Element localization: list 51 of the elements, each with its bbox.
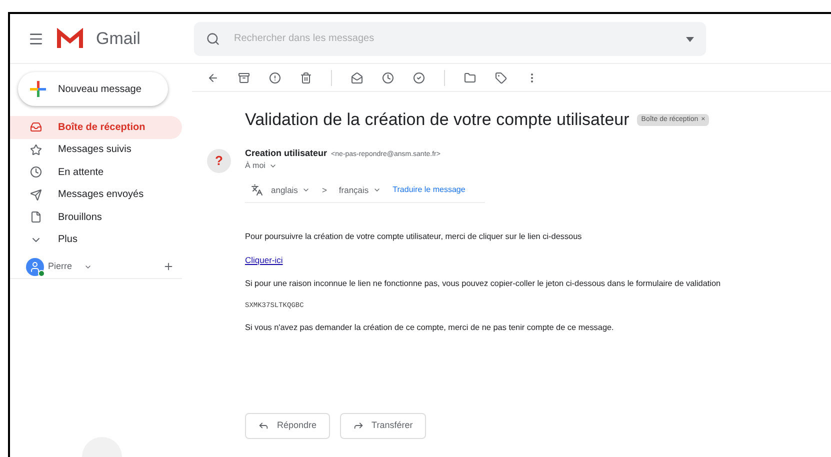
target-language-dropdown[interactable]: français — [338, 184, 381, 196]
mail-open-icon[interactable] — [351, 72, 363, 84]
message-subject: Validation de la création de votre compte utilisateur — [245, 109, 630, 131]
app-name: Gmail — [96, 28, 140, 50]
inbox-icon — [30, 121, 42, 134]
draft-icon — [30, 211, 42, 224]
logo-icon — [56, 28, 84, 50]
add-icon[interactable] — [163, 261, 174, 272]
sender-avatar: ? — [207, 148, 231, 172]
avatar-icon[interactable] — [26, 258, 44, 276]
delete-icon[interactable] — [300, 72, 312, 84]
caret-icon[interactable] — [269, 162, 278, 170]
star-icon — [30, 144, 42, 156]
menu-icon[interactable] — [28, 30, 44, 46]
send-icon — [30, 188, 42, 201]
compose-button[interactable]: Nouveau message — [18, 72, 168, 106]
sender-name: Creation utilisateur — [245, 146, 328, 160]
forward-icon — [352, 420, 364, 432]
sidebar-item[interactable]: Brouillons — [10, 206, 182, 228]
body-paragraph: Si vous n'avez pas demander la création de ce compte, merci de ne pas tenir compte de ce message. — [245, 322, 615, 334]
archive-icon[interactable] — [238, 72, 250, 84]
reply-icon — [258, 420, 269, 432]
translate-link[interactable]: Traduire le message — [392, 184, 466, 196]
body-paragraph: Pour poursuivre la création de votre compte utilisateur, merci de cliquer sur le lien ci-dessous — [245, 230, 583, 243]
body-paragraph: Si pour une raison inconnue le lien ne fonctionne pas, vous pouvez copier-coller le jeton ci-dessous dans le formulaire de validation — [245, 278, 722, 290]
translate-icon — [251, 184, 263, 196]
sidebar-item[interactable]: Messages envoyés — [10, 184, 182, 206]
caret-icon — [372, 186, 381, 194]
caret-icon — [302, 186, 310, 194]
task-icon[interactable] — [413, 72, 425, 84]
recipient: À moi — [245, 160, 266, 172]
validation-link[interactable]: Cliquer-ici — [245, 254, 283, 267]
sidebar-item[interactable]: Messages suivis — [10, 138, 182, 161]
clock-icon — [30, 166, 42, 178]
back-icon[interactable] — [207, 72, 219, 84]
plus-icon — [30, 81, 46, 97]
reply-button[interactable]: Répondre — [245, 412, 330, 439]
clock-icon[interactable] — [382, 72, 394, 84]
search-field[interactable]: Rechercher dans les messages — [194, 22, 706, 56]
forward-button[interactable]: Transférer — [340, 412, 426, 439]
search-icon — [206, 32, 220, 46]
source-language-dropdown[interactable]: anglais — [271, 184, 310, 196]
label-icon[interactable] — [495, 72, 507, 84]
sidebar-item[interactable]: Boîte de réception — [10, 116, 182, 138]
spam-icon[interactable] — [269, 72, 281, 84]
sidebar-item[interactable]: Plus — [10, 228, 182, 251]
sidebar-item[interactable]: En attente — [10, 161, 182, 184]
arrow-text: > — [322, 184, 327, 196]
user-name: Pierre — [48, 260, 72, 273]
dropdown-caret-icon[interactable] — [686, 36, 694, 42]
folder-icon[interactable] — [464, 72, 476, 84]
